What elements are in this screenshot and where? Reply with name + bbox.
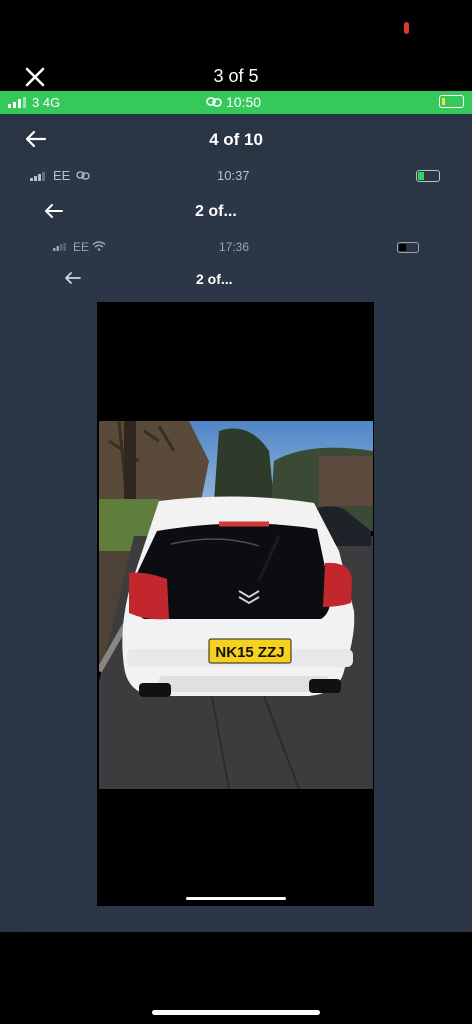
carrier-label: EE xyxy=(73,240,90,254)
status-time: 17:36 xyxy=(219,240,250,254)
wifi-icon xyxy=(92,241,106,251)
carrier-label: 3 4G xyxy=(32,95,61,110)
screen-counter-title: 2 of... xyxy=(196,271,233,287)
back-arrow-icon[interactable] xyxy=(64,271,82,285)
signal-icon xyxy=(8,97,26,108)
status-time: 10:50 xyxy=(226,94,262,110)
recording-indicator xyxy=(404,22,409,34)
signal-icon xyxy=(53,243,66,251)
home-indicator[interactable] xyxy=(152,1010,320,1015)
battery-icon xyxy=(397,242,419,253)
inner-home-indicator xyxy=(186,897,286,900)
back-arrow-icon[interactable] xyxy=(44,203,64,219)
screen-counter-title: 4 of 10 xyxy=(209,130,263,149)
battery-icon xyxy=(439,95,464,108)
battery-charging-icon xyxy=(416,170,440,182)
call-status-bar[interactable]: 3 4G 10:50 xyxy=(0,91,472,114)
status-time: 10:37 xyxy=(217,168,250,183)
car-rear-photo[interactable]: NK15 ZZJ xyxy=(99,421,373,789)
screen-counter-title: 2 of... xyxy=(195,203,237,220)
link-icon xyxy=(206,97,222,107)
image-counter: 3 of 5 xyxy=(213,66,259,86)
signal-icon xyxy=(30,172,45,181)
link-icon xyxy=(76,171,90,180)
carrier-label: EE xyxy=(53,168,71,183)
licence-plate: NK15 ZZJ xyxy=(215,644,284,661)
